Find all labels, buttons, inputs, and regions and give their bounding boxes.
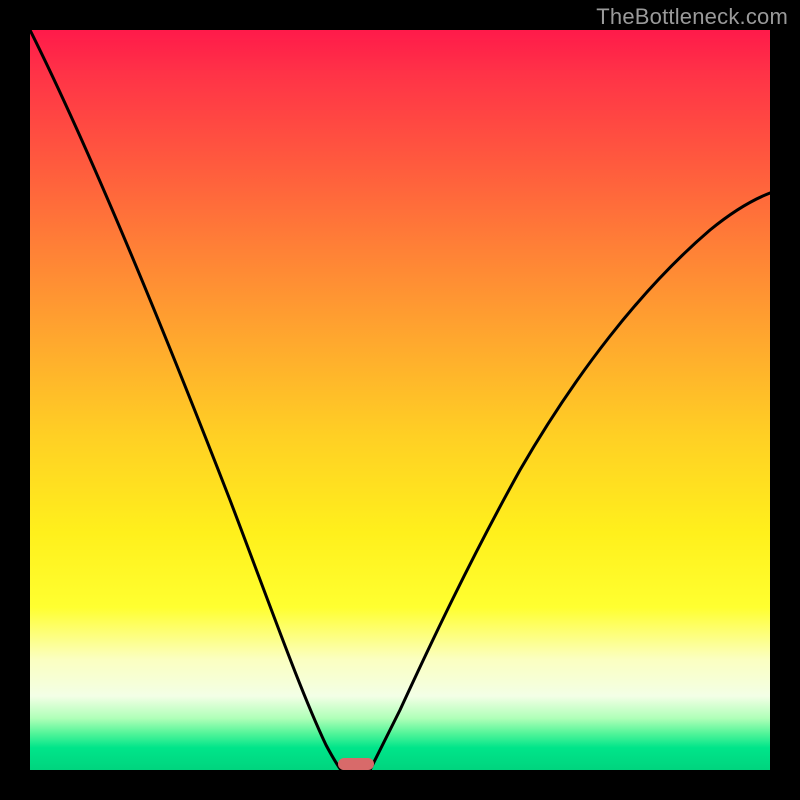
bottleneck-marker [338, 758, 374, 770]
chart-frame: TheBottleneck.com [0, 0, 800, 800]
right-curve [370, 193, 770, 770]
plot-area [30, 30, 770, 770]
curve-layer [30, 30, 770, 770]
left-curve [30, 30, 341, 770]
watermark-text: TheBottleneck.com [596, 4, 788, 30]
